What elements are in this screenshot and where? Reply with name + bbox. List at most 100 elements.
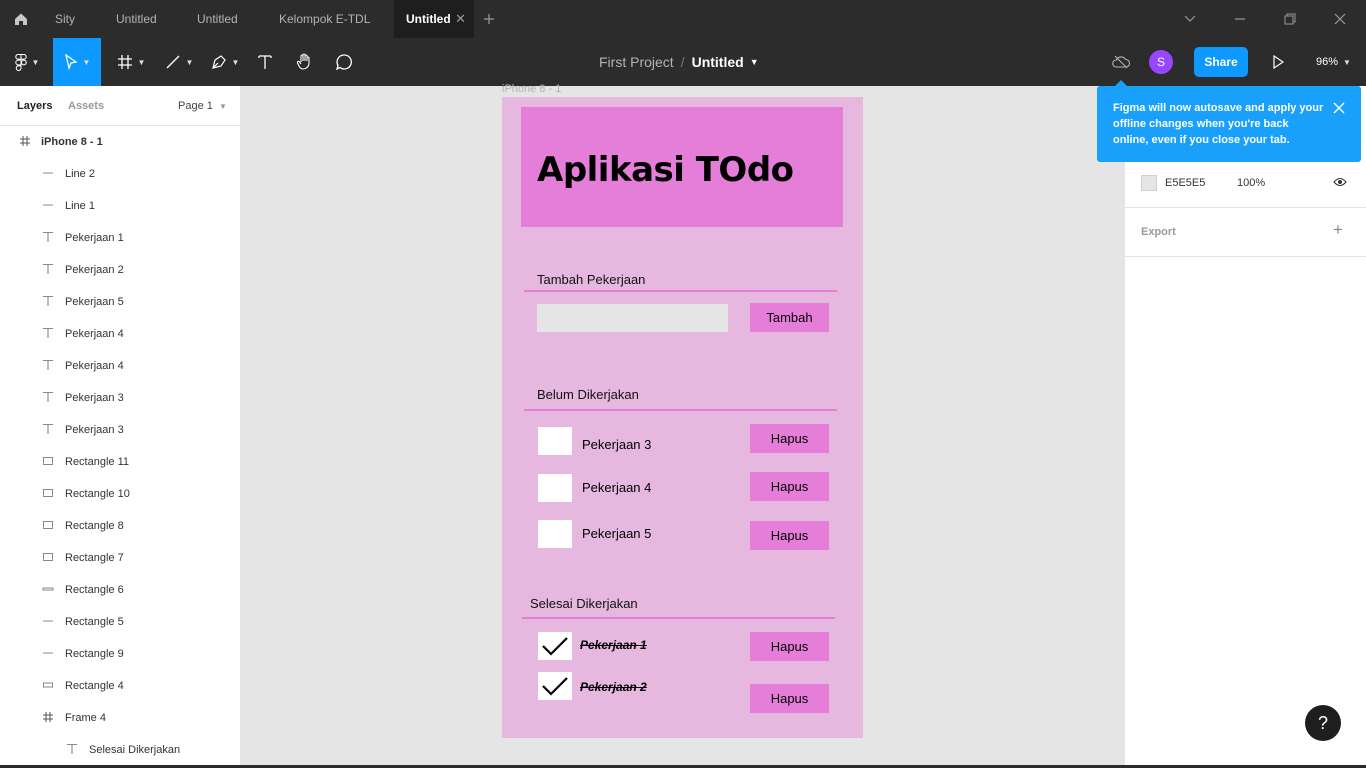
app-title[interactable]: Aplikasi TOdo <box>537 150 794 190</box>
divider-line[interactable] <box>524 409 837 411</box>
layer-row[interactable]: Rectangle 9 <box>0 638 240 670</box>
close-window-icon[interactable] <box>1325 0 1355 38</box>
tab-layers[interactable]: Layers <box>17 100 52 112</box>
layer-row[interactable]: Rectangle 8 <box>0 510 240 542</box>
rectangle-icon <box>40 487 56 502</box>
file-name[interactable]: Untitled <box>692 54 744 70</box>
delete-button[interactable]: Hapus <box>750 424 829 453</box>
text-icon <box>258 55 272 69</box>
delete-button[interactable]: Hapus <box>750 521 829 550</box>
minimize-icon[interactable] <box>1225 0 1255 38</box>
move-tool-button[interactable]: ▼ <box>53 38 101 86</box>
done-checkbox[interactable] <box>538 632 572 660</box>
delete-button[interactable]: Hapus <box>750 632 829 661</box>
todo-item[interactable]: Pekerjaan 5 <box>582 526 651 541</box>
layer-name: Rectangle 8 <box>65 520 124 532</box>
add-export-icon[interactable]: + <box>1333 220 1343 240</box>
todo-item[interactable]: Pekerjaan 4 <box>582 480 651 495</box>
todo-checkbox[interactable] <box>538 474 572 502</box>
done-checkbox[interactable] <box>538 672 572 700</box>
chevron-down-icon: ▼ <box>218 102 227 111</box>
divider-line[interactable] <box>524 290 837 292</box>
tab-assets[interactable]: Assets <box>68 100 104 112</box>
tab-kelompok[interactable]: Kelompok E-TDL <box>270 0 394 38</box>
frame-label[interactable]: iPhone 8 - 1 <box>502 83 561 95</box>
layer-row[interactable]: Rectangle 10 <box>0 478 240 510</box>
close-icon[interactable] <box>1331 100 1347 116</box>
add-button[interactable]: Tambah <box>750 303 829 332</box>
todo-checkbox[interactable] <box>538 427 572 455</box>
add-section-title[interactable]: Tambah Pekerjaan <box>537 272 645 287</box>
frame-tool-button[interactable]: ▼ <box>110 38 152 86</box>
layer-name: Pekerjaan 2 <box>65 264 124 276</box>
present-button[interactable] <box>1266 38 1290 86</box>
tab-label: Sity <box>55 12 76 26</box>
layer-row[interactable]: Pekerjaan 4 <box>0 318 240 350</box>
layer-row[interactable]: iPhone 8 - 1 <box>0 126 240 158</box>
page-selector[interactable]: Page 1 ▼ <box>178 100 227 112</box>
new-tab-icon[interactable] <box>474 0 504 38</box>
layer-row[interactable]: Rectangle 6 <box>0 574 240 606</box>
layer-row[interactable]: Selesai Dikerjakan <box>0 734 240 766</box>
tab-untitled-2[interactable]: Untitled <box>190 0 270 38</box>
text-icon <box>40 327 56 342</box>
delete-button[interactable]: Hapus <box>750 684 829 713</box>
layer-name: Pekerjaan 5 <box>65 296 124 308</box>
layer-row[interactable]: Rectangle 7 <box>0 542 240 574</box>
layer-row[interactable]: Rectangle 11 <box>0 446 240 478</box>
comment-icon <box>335 54 352 71</box>
close-tab-icon[interactable]: ✕ <box>455 11 466 27</box>
layer-row[interactable]: Pekerjaan 3 <box>0 414 240 446</box>
layer-row[interactable]: Pekerjaan 5 <box>0 286 240 318</box>
fill-row[interactable]: E5E5E5 100% <box>1125 168 1366 200</box>
tab-sity[interactable]: Sity <box>42 0 108 38</box>
done-section-title[interactable]: Selesai Dikerjakan <box>530 596 638 611</box>
fill-opacity[interactable]: 100% <box>1237 177 1265 189</box>
done-item[interactable]: Pekerjaan 1 <box>580 638 647 652</box>
divider-line[interactable] <box>522 617 835 619</box>
layer-name: Pekerjaan 1 <box>65 232 124 244</box>
text-tool-button[interactable] <box>252 38 278 86</box>
tab-untitled-active[interactable]: Untitled ✕ <box>394 0 474 38</box>
comment-tool-button[interactable] <box>330 38 358 86</box>
layer-row[interactable]: Pekerjaan 2 <box>0 254 240 286</box>
done-item[interactable]: Pekerjaan 2 <box>580 680 647 694</box>
project-name[interactable]: First Project <box>599 54 674 70</box>
line-icon <box>40 199 56 214</box>
layer-row[interactable]: Rectangle 5 <box>0 606 240 638</box>
tab-untitled-1[interactable]: Untitled <box>108 0 190 38</box>
main-menu-button[interactable]: ▼ <box>6 38 48 86</box>
eye-icon[interactable] <box>1333 176 1347 191</box>
layer-row[interactable]: Pekerjaan 4 <box>0 350 240 382</box>
chevron-down-icon[interactable]: ▼ <box>750 57 759 67</box>
layer-row[interactable]: Line 1 <box>0 190 240 222</box>
restore-icon[interactable] <box>1275 0 1305 38</box>
panel-divider <box>1125 207 1366 208</box>
layer-row[interactable]: Pekerjaan 3 <box>0 382 240 414</box>
chevron-down-icon: ▼ <box>185 57 194 67</box>
fill-swatch[interactable] <box>1141 175 1157 191</box>
chevron-down-icon[interactable] <box>1175 0 1205 38</box>
layer-row[interactable]: Frame 4 <box>0 702 240 734</box>
fill-hex[interactable]: E5E5E5 <box>1165 177 1205 189</box>
home-icon[interactable] <box>0 0 42 38</box>
figma-logo-icon <box>14 53 27 71</box>
layer-row[interactable]: Rectangle 4 <box>0 670 240 702</box>
rectangle-icon <box>40 551 56 566</box>
help-button[interactable]: ? <box>1305 705 1341 741</box>
delete-button[interactable]: Hapus <box>750 472 829 501</box>
todo-item[interactable]: Pekerjaan 3 <box>582 437 651 452</box>
layer-row[interactable]: Line 2 <box>0 158 240 190</box>
line-tool-button[interactable]: ▼ <box>158 38 200 86</box>
todo-section-title[interactable]: Belum Dikerjakan <box>537 387 639 402</box>
avatar[interactable]: S <box>1149 50 1173 74</box>
zoom-dropdown[interactable]: 96% ▼ <box>1316 38 1351 86</box>
layer-row[interactable]: Pekerjaan 1 <box>0 222 240 254</box>
task-input[interactable] <box>537 304 728 332</box>
share-button[interactable]: Share <box>1194 47 1248 77</box>
rectangle-icon <box>40 519 56 534</box>
todo-checkbox[interactable] <box>538 520 572 548</box>
offline-cloud-icon[interactable] <box>1108 38 1134 86</box>
hand-tool-button[interactable] <box>290 38 320 86</box>
pen-tool-button[interactable]: ▼ <box>204 38 246 86</box>
